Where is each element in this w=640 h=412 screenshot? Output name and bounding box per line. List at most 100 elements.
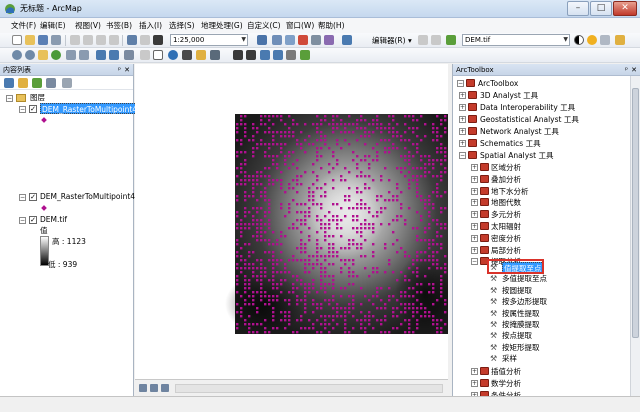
editor-menu[interactable]: 编辑器(R) ▾ — [372, 35, 412, 46]
collapse-icon[interactable]: − — [459, 152, 466, 159]
menu-bookmarks[interactable]: 书签(B) — [106, 20, 132, 31]
toolbox-schematics[interactable]: Schematics 工具 — [480, 138, 541, 149]
contrast-icon[interactable] — [574, 35, 584, 45]
expand-icon[interactable]: + — [459, 128, 466, 135]
pan-icon[interactable] — [38, 50, 48, 60]
close-panel-icon[interactable]: ✕ — [124, 64, 130, 76]
map-canvas[interactable] — [135, 64, 455, 379]
toolset-item[interactable]: 密度分析 — [491, 233, 521, 244]
create-viewer-icon[interactable] — [300, 50, 310, 60]
pin-icon[interactable]: ᵖ — [118, 64, 121, 76]
collapse-icon[interactable]: − — [457, 80, 464, 87]
scrollbar-thumb[interactable] — [632, 88, 639, 338]
toolset-item[interactable]: 地图代数 — [491, 197, 521, 208]
refresh-icon[interactable] — [161, 384, 169, 392]
back-extent-icon[interactable] — [96, 50, 106, 60]
arctoolbox-root[interactable]: ArcToolbox — [478, 78, 518, 89]
scale-combo[interactable]: 1:25,000 ▼ — [170, 34, 248, 46]
tool-item[interactable]: 按矩形提取 — [502, 342, 540, 353]
undo-icon[interactable] — [127, 35, 137, 45]
toolbox-network-analyst[interactable]: Network Analyst 工具 — [480, 126, 559, 137]
toolset-item[interactable]: 叠加分析 — [491, 174, 521, 185]
modelbuilder-icon[interactable] — [324, 35, 334, 45]
fixed-zoom-out-icon[interactable] — [79, 50, 89, 60]
zoom-out-icon[interactable] — [25, 50, 35, 60]
html-popup-icon[interactable] — [260, 50, 270, 60]
copy-icon[interactable] — [83, 35, 93, 45]
toolset-item[interactable]: 局部分析 — [491, 245, 521, 256]
tool-item[interactable]: 按掩膜提取 — [502, 319, 540, 330]
expand-icon[interactable]: + — [471, 176, 478, 183]
expand-icon[interactable]: + — [471, 199, 478, 206]
list-by-drawing-order-icon[interactable] — [4, 78, 14, 88]
route-icon[interactable] — [196, 50, 206, 60]
close-panel-icon[interactable]: ✕ — [631, 64, 637, 76]
expand-icon[interactable]: + — [471, 235, 478, 242]
menu-insert[interactable]: 插入(I) — [139, 20, 162, 31]
horizontal-scrollbar[interactable] — [175, 384, 443, 393]
fixed-zoom-in-icon[interactable] — [66, 50, 76, 60]
expand-icon[interactable]: + — [459, 92, 466, 99]
list-by-selection-icon[interactable] — [46, 78, 56, 88]
select-elements-icon[interactable] — [153, 50, 163, 60]
toolbox-3d-analyst[interactable]: 3D Analyst 工具 — [480, 90, 538, 101]
expand-icon[interactable]: + — [471, 247, 478, 254]
expand-icon[interactable]: + — [471, 188, 478, 195]
data-view-icon[interactable] — [150, 384, 158, 392]
tool-item[interactable]: 按多边形提取 — [502, 296, 547, 307]
options-icon[interactable] — [62, 78, 72, 88]
expand-icon[interactable]: + — [471, 368, 478, 375]
toc-root-layers[interactable]: 图层 — [30, 92, 45, 103]
zoom-in-icon[interactable] — [12, 50, 22, 60]
viewer-icon[interactable] — [286, 50, 296, 60]
expand-icon[interactable]: + — [471, 164, 478, 171]
brightness-icon[interactable] — [587, 35, 597, 45]
add-data-icon[interactable] — [153, 35, 163, 45]
close-button[interactable]: ✕ — [613, 1, 637, 16]
transparency-icon[interactable] — [600, 35, 610, 45]
layout-view-icon[interactable] — [139, 384, 147, 392]
editor-toolbar-icon[interactable] — [257, 35, 267, 45]
select-features-icon[interactable] — [124, 50, 134, 60]
tool-item[interactable]: 按点提取 — [502, 330, 532, 341]
toolset-item[interactable]: 数学分析 — [491, 378, 521, 389]
toolset-item[interactable]: 插值分析 — [491, 366, 521, 377]
layer-checkbox[interactable]: ✓ — [29, 193, 37, 201]
time-slider-icon[interactable] — [273, 50, 283, 60]
collapse-icon[interactable]: − — [19, 217, 26, 224]
maximize-button[interactable]: □ — [590, 1, 612, 16]
hyperlink-icon[interactable] — [246, 50, 256, 60]
effects-icon[interactable] — [615, 35, 625, 45]
menu-geoprocessing[interactable]: 地理处理(G) — [201, 20, 243, 31]
expand-icon[interactable]: + — [459, 140, 466, 147]
identify-icon[interactable] — [168, 50, 178, 60]
menu-file[interactable]: 文件(F) — [11, 20, 36, 31]
toolbox-data-interop[interactable]: Data Interoperability 工具 — [480, 102, 575, 113]
menu-help[interactable]: 帮助(H) — [318, 20, 345, 31]
open-folder-icon[interactable] — [25, 35, 35, 45]
paste-icon[interactable] — [96, 35, 106, 45]
edit-vertex-icon[interactable] — [431, 35, 441, 45]
collapse-icon[interactable]: − — [6, 95, 13, 102]
toolset-item[interactable]: 多元分析 — [491, 209, 521, 220]
menu-edit[interactable]: 编辑(E) — [40, 20, 66, 31]
forward-extent-icon[interactable] — [109, 50, 119, 60]
expand-icon[interactable]: + — [471, 211, 478, 218]
collapse-icon[interactable]: − — [19, 106, 26, 113]
edit-tool-icon[interactable] — [418, 35, 428, 45]
layer-checkbox[interactable]: ✓ — [29, 105, 37, 113]
tool-item[interactable]: 多值提取至点 — [502, 273, 547, 284]
toc-layer-item[interactable]: DEM_RasterToMultipoint4 — [40, 191, 135, 202]
expand-icon[interactable]: + — [459, 104, 466, 111]
menu-windows[interactable]: 窗口(W) — [286, 20, 314, 31]
map-view[interactable] — [135, 64, 455, 379]
tool-item[interactable]: 按属性提取 — [502, 308, 540, 319]
layer-combo[interactable]: DEM.tif ▼ — [462, 34, 570, 46]
layer-checkbox[interactable]: ✓ — [29, 216, 37, 224]
print-icon[interactable] — [51, 35, 61, 45]
find-icon[interactable] — [182, 50, 192, 60]
toc-layer-item[interactable]: DEM_RasterToMultipoint4_ — [40, 103, 143, 114]
toolset-item[interactable]: 地下水分析 — [491, 186, 529, 197]
toc-layer-item[interactable]: DEM.tif — [40, 214, 67, 225]
tool-item[interactable]: 按圆提取 — [502, 285, 532, 296]
